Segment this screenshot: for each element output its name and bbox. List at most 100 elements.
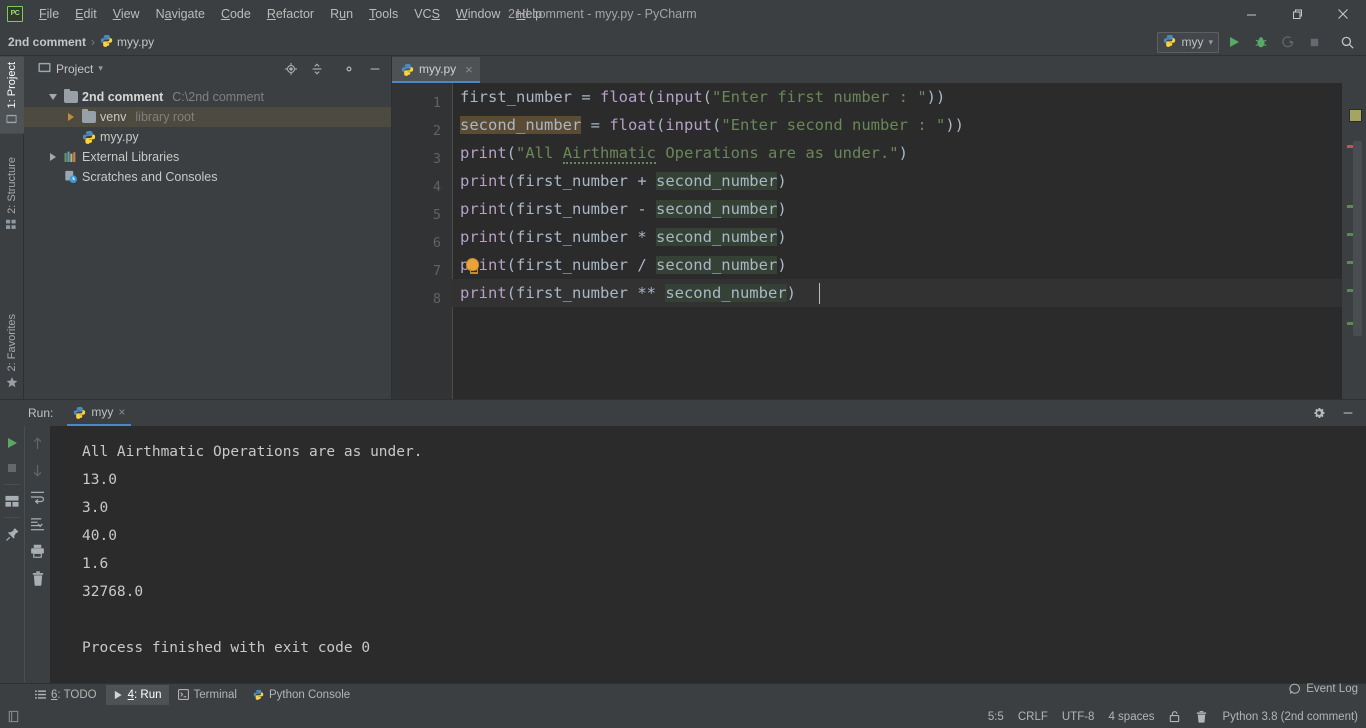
rerun-button[interactable]	[1, 432, 23, 454]
editor-scrollbar-thumb[interactable]	[1353, 141, 1362, 336]
tree-node-label: venv	[100, 110, 127, 124]
tree-node-label: Scratches and Consoles	[82, 170, 218, 184]
caret-position[interactable]: 5:5	[988, 711, 1004, 723]
code-line-5[interactable]: print(first_number - second_number)	[452, 195, 1342, 223]
code-line-8[interactable]: print(first_number ** second_number)	[452, 279, 1342, 307]
line-number: 7	[432, 263, 441, 279]
menu-item-window[interactable]: Window	[448, 3, 508, 25]
code-line-3[interactable]: print("All Airthmatic Operations are as …	[452, 139, 1342, 167]
chevron-right-icon[interactable]	[46, 153, 60, 161]
project-panel-title[interactable]: Project ▾	[28, 61, 103, 77]
run-configuration-selector[interactable]: myy ▾	[1157, 31, 1219, 53]
run-tool-window: Run: myy × All Airthmatic Operations are…	[0, 399, 1366, 683]
tree-node-project-root[interactable]: 2nd comment C:\2nd comment	[24, 87, 391, 107]
menu-item-run[interactable]: Run	[322, 3, 361, 25]
trash-icon[interactable]	[1195, 710, 1208, 723]
editor-tab-myy-py[interactable]: myy.py ×	[392, 57, 480, 83]
tool-window-todo[interactable]: 6: TODO	[28, 685, 104, 705]
clear-all-button[interactable]	[27, 567, 49, 589]
menu-item-edit[interactable]: Edit	[67, 3, 105, 25]
settings-button[interactable]	[336, 56, 361, 81]
status-bar: Event Log 5:5 CRLF UTF-8 4 spaces Python…	[0, 683, 1366, 728]
code-lines[interactable]: first_number = float(input("Enter first …	[452, 83, 1342, 399]
menu-item-navigate[interactable]: Navigate	[148, 3, 213, 25]
soft-wrap-button[interactable]	[27, 486, 49, 508]
star-icon	[6, 376, 18, 391]
navbar-actions: myy ▾	[1157, 28, 1360, 56]
menu-item-file[interactable]: FFileile	[31, 3, 67, 25]
stop-button[interactable]	[1302, 30, 1327, 55]
python-interpreter[interactable]: Python 3.8 (2nd comment)	[1222, 711, 1358, 723]
python-file-icon	[1163, 34, 1176, 50]
project-panel-toolbar	[278, 56, 387, 81]
debug-button[interactable]	[1248, 30, 1273, 55]
stop-process-button[interactable]	[1, 457, 23, 479]
select-opened-file-button[interactable]	[278, 56, 303, 81]
tree-node-venv[interactable]: venv library root	[24, 107, 391, 127]
hide-button[interactable]	[362, 56, 387, 81]
menu-item-vcs[interactable]: VCS	[406, 3, 448, 25]
run-settings-button[interactable]	[1306, 401, 1331, 426]
line-separator[interactable]: CRLF	[1018, 711, 1048, 723]
close-button[interactable]	[1320, 0, 1366, 28]
up-arrow-button[interactable]	[27, 432, 49, 454]
code-line-2[interactable]: second_number = float(input("Enter secon…	[452, 111, 1342, 139]
sidebar-item-structure[interactable]: 2: Structure	[0, 151, 24, 239]
indent-setting[interactable]: 4 spaces	[1108, 711, 1154, 723]
chevron-down-icon[interactable]	[46, 94, 60, 100]
sidebar-item-favorites-label: 2: Favorites	[6, 313, 18, 371]
code-line-4[interactable]: print(first_number + second_number)	[452, 167, 1342, 195]
menu-item-refactor[interactable]: Refactor	[259, 3, 322, 25]
python-file-icon	[100, 34, 113, 50]
close-icon[interactable]: ×	[118, 405, 125, 419]
pin-tab-button[interactable]	[1, 523, 23, 545]
code-line-6[interactable]: print(first_number * second_number)	[452, 223, 1342, 251]
inspection-widget[interactable]	[1349, 109, 1362, 122]
sidebar-item-favorites[interactable]: 2: Favorites	[0, 308, 24, 397]
line-number: 2	[432, 123, 441, 139]
run-window-actions	[1306, 401, 1360, 426]
run-console-output[interactable]: All Airthmatic Operations are as under. …	[50, 426, 1366, 683]
menu-item-tools[interactable]: Tools	[361, 3, 406, 25]
chevron-right-icon[interactable]	[64, 113, 78, 121]
file-encoding[interactable]: UTF-8	[1062, 711, 1095, 723]
layout-icon[interactable]	[7, 710, 20, 723]
scroll-to-end-button[interactable]	[27, 513, 49, 535]
tool-window-terminal[interactable]: Terminal	[171, 685, 244, 705]
event-log-button[interactable]: Event Log	[1289, 683, 1358, 695]
breadcrumb: 2nd comment › myy.py	[0, 34, 154, 50]
intention-bulb-icon[interactable]	[466, 258, 479, 274]
breadcrumb-file[interactable]: myy.py	[117, 35, 154, 49]
run-tab-myy[interactable]: myy ×	[67, 400, 132, 426]
menu-item-code[interactable]: Code	[213, 3, 259, 25]
breadcrumb-separator: ›	[91, 34, 96, 49]
search-everywhere-button[interactable]	[1335, 30, 1360, 55]
minimize-button[interactable]	[1228, 0, 1274, 28]
tool-window-python-console[interactable]: Python Console	[246, 685, 357, 705]
breadcrumb-project[interactable]: 2nd comment	[8, 35, 86, 49]
sidebar-item-project[interactable]: 1: Project	[0, 56, 24, 134]
lock-icon[interactable]	[1168, 710, 1181, 723]
code-editor[interactable]: 1 2 3 4 5 6 7 8 first_number = float(inp…	[392, 83, 1366, 399]
editor-tab-label: myy.py	[419, 62, 457, 76]
project-icon	[6, 113, 18, 127]
down-arrow-button[interactable]	[27, 459, 49, 481]
run-button[interactable]	[1221, 30, 1246, 55]
print-button[interactable]	[27, 540, 49, 562]
close-icon[interactable]: ×	[465, 62, 473, 77]
layout-settings-button[interactable]	[1, 490, 23, 512]
code-line-7[interactable]: print(first_number / second_number)	[452, 251, 1342, 279]
text-caret	[819, 283, 820, 304]
code-line-1[interactable]: first_number = float(input("Enter first …	[452, 83, 1342, 111]
tree-node-external-libraries[interactable]: External Libraries	[24, 147, 391, 167]
tree-node-myy-py[interactable]: myy.py	[24, 127, 391, 147]
menu-item-view[interactable]: View	[105, 3, 148, 25]
restore-button[interactable]	[1274, 0, 1320, 28]
tree-node-scratches-and-consoles[interactable]: Scratches and Consoles	[24, 167, 391, 187]
editor-marker-gutter[interactable]	[1342, 83, 1366, 399]
line-number: 5	[432, 207, 441, 223]
run-with-coverage-button[interactable]	[1275, 30, 1300, 55]
tool-window-run[interactable]: 4: Run	[105, 684, 169, 705]
collapse-all-button[interactable]	[304, 56, 329, 81]
hide-run-window-button[interactable]	[1335, 401, 1360, 426]
